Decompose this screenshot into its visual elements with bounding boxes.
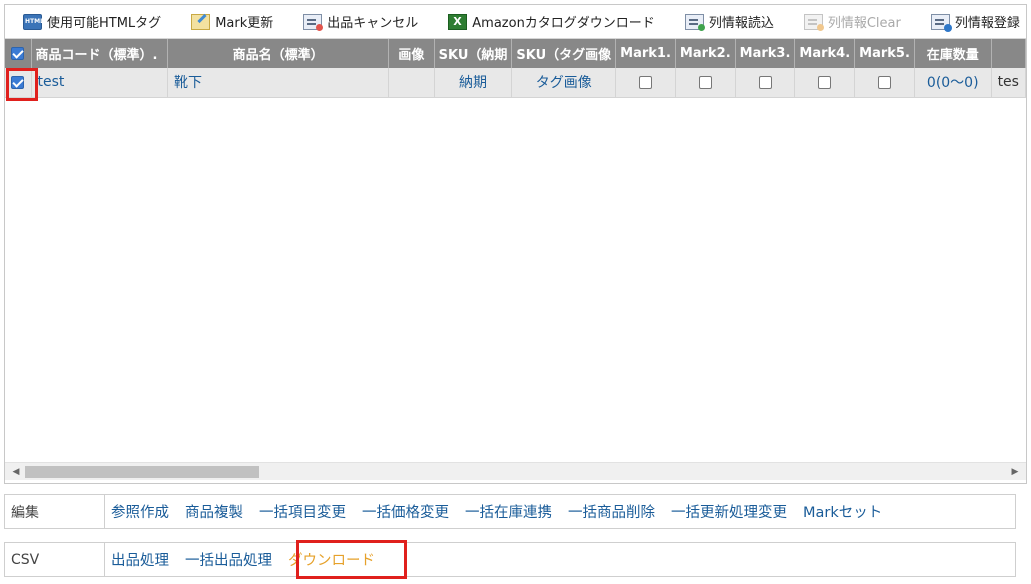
bulk-field-change-link[interactable]: 一括項目変更 (259, 501, 346, 522)
listing-cancel-icon (303, 13, 324, 31)
column-info-save-button[interactable]: 列情報登録 (913, 5, 1026, 39)
select-all-header[interactable] (5, 39, 32, 68)
mark2-cell (675, 68, 736, 98)
bulk-update-process-change-link[interactable]: 一括更新処理変更 (671, 501, 787, 522)
column-info-clear-label: 列情報Clear (827, 16, 901, 31)
available-html-tags-label: 使用可能HTMLタグ (47, 16, 162, 31)
mark3-cell (735, 68, 796, 98)
horizontal-scrollbar[interactable]: ◀ ▶ (5, 462, 1026, 480)
mark1-checkbox[interactable] (639, 75, 653, 89)
product-grid-panel: 使用可能HTMLタグ Mark更新 出品キャンセル Amazonカタログダウンロ… (4, 4, 1027, 484)
bulk-stock-sync-link[interactable]: 一括在庫連携 (465, 501, 552, 522)
edit-action-row: 編集 参照作成 商品複製 一括項目変更 一括価格変更 一括在庫連携 一括商品削除… (4, 494, 1016, 529)
product-code-cell[interactable]: test (31, 68, 169, 98)
column-header-mark1[interactable]: Mark1. (615, 39, 676, 68)
mark5-checkbox[interactable] (878, 75, 892, 89)
row-checkbox-highlight (6, 68, 38, 101)
column-header-mark4[interactable]: Mark4. (794, 39, 856, 68)
mark-update-label: Mark更新 (215, 16, 274, 31)
column-header-stock-quantity[interactable]: 在庫数量 (914, 39, 992, 68)
mark4-cell (794, 68, 856, 98)
download-link-highlight (296, 540, 407, 579)
stock-quantity-link[interactable]: 0(0〜0) (914, 68, 992, 98)
column-info-clear-button[interactable]: 列情報Clear (786, 5, 913, 39)
column-header-mark2[interactable]: Mark2. (675, 39, 736, 68)
column-header-mark5[interactable]: Mark5. (854, 39, 915, 68)
table-header-row: 商品コード（標準）. 商品名（標準） 画像 SKU（納期 SKU（タグ画像 Ma… (5, 39, 1026, 68)
mark4-checkbox[interactable] (818, 75, 832, 89)
scrollbar-thumb[interactable] (25, 466, 259, 478)
mark-update-button[interactable]: Mark更新 (173, 5, 285, 39)
bulk-listing-process-link[interactable]: 一括出品処理 (185, 549, 272, 570)
grid-toolbar: 使用可能HTMLタグ Mark更新 出品キャンセル Amazonカタログダウンロ… (5, 5, 1026, 39)
available-html-tags-button[interactable]: 使用可能HTMLタグ (5, 5, 173, 39)
image-cell (388, 68, 435, 98)
column-header-sku-delivery[interactable]: SKU（納期 (434, 39, 513, 68)
table-row[interactable]: test 靴下 納期 タグ画像 0(0〜0) tes (5, 68, 1026, 98)
column-header-overflow[interactable] (991, 39, 1026, 68)
column-load-icon (684, 13, 705, 31)
amazon-catalog-download-label: Amazonカタログダウンロード (472, 16, 655, 31)
select-all-checkbox[interactable] (11, 47, 25, 60)
duplicate-product-link[interactable]: 商品複製 (185, 501, 243, 522)
csv-action-row: CSV 出品処理 一括出品処理 ダウンロード (4, 542, 1016, 577)
product-name-cell[interactable]: 靴下 (167, 68, 390, 98)
listing-cancel-label: 出品キャンセル (327, 16, 419, 31)
mark-edit-icon (191, 13, 211, 30)
create-by-reference-link[interactable]: 参照作成 (111, 501, 169, 522)
csv-row-label: CSV (5, 543, 105, 576)
mark5-cell (854, 68, 915, 98)
column-header-image[interactable]: 画像 (388, 39, 435, 68)
column-info-save-label: 列情報登録 (954, 16, 1020, 31)
amazon-catalog-download-button[interactable]: Amazonカタログダウンロード (430, 5, 667, 39)
scroll-left-icon[interactable]: ◀ (7, 463, 25, 481)
excel-icon (448, 13, 468, 30)
mark2-checkbox[interactable] (698, 75, 712, 89)
sku-tag-image-link[interactable]: タグ画像 (511, 68, 617, 98)
column-info-load-button[interactable]: 列情報読込 (667, 5, 786, 39)
column-header-mark3[interactable]: Mark3. (735, 39, 796, 68)
html-tag-icon (23, 13, 44, 30)
mark-set-link[interactable]: Markセット (803, 501, 882, 522)
column-info-load-label: 列情報読込 (708, 16, 774, 31)
product-table: 商品コード（標準）. 商品名（標準） 画像 SKU（納期 SKU（タグ画像 Ma… (5, 39, 1026, 98)
bulk-price-change-link[interactable]: 一括価格変更 (362, 501, 449, 522)
mark1-cell (615, 68, 676, 98)
column-header-product-name[interactable]: 商品名（標準） (167, 39, 390, 68)
listing-process-link[interactable]: 出品処理 (111, 549, 169, 570)
overflow-cell: tes (991, 68, 1026, 98)
column-clear-icon (803, 13, 824, 31)
column-header-product-code[interactable]: 商品コード（標準）. (31, 39, 169, 68)
column-save-icon (930, 13, 952, 32)
listing-cancel-button[interactable]: 出品キャンセル (285, 5, 430, 39)
edit-links: 参照作成 商品複製 一括項目変更 一括価格変更 一括在庫連携 一括商品削除 一括… (105, 495, 898, 528)
bulk-delete-link[interactable]: 一括商品削除 (568, 501, 655, 522)
column-header-sku-tag-image[interactable]: SKU（タグ画像 (511, 39, 617, 68)
mark3-checkbox[interactable] (758, 75, 772, 89)
sku-delivery-link[interactable]: 納期 (434, 68, 513, 98)
edit-row-label: 編集 (5, 495, 105, 528)
scroll-right-icon[interactable]: ▶ (1006, 463, 1024, 481)
